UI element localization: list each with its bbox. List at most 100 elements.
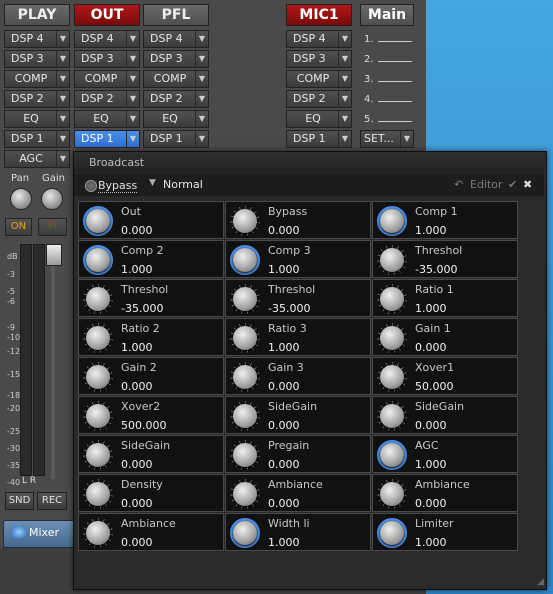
param-value[interactable]: 0.000: [415, 419, 447, 432]
param-value[interactable]: -35.000: [415, 263, 457, 276]
knob-control[interactable]: [377, 206, 407, 236]
knob-control[interactable]: [230, 206, 260, 236]
dsp-slot-pfl-0[interactable]: DSP 4 ▼: [143, 30, 209, 48]
rec-button[interactable]: REC: [37, 492, 67, 510]
param-value[interactable]: 0.000: [121, 224, 153, 237]
main-line-3[interactable]: 3.: [364, 74, 412, 85]
knob-control[interactable]: [230, 323, 260, 353]
dsp-slot-mic1-0[interactable]: DSP 4 ▼: [286, 30, 352, 48]
param-value[interactable]: 1.000: [121, 341, 153, 354]
snd-button[interactable]: SND: [5, 492, 34, 510]
param-value[interactable]: 1.000: [121, 263, 153, 276]
param-value[interactable]: 0.000: [415, 497, 447, 510]
knob-control[interactable]: [83, 362, 113, 392]
knob-control[interactable]: [230, 284, 260, 314]
knob-control[interactable]: [377, 401, 407, 431]
gain-knob[interactable]: [41, 188, 63, 210]
main-line-1[interactable]: 1.: [364, 34, 412, 45]
param-value[interactable]: 0.000: [268, 419, 300, 432]
param-value[interactable]: 1.000: [415, 458, 447, 471]
param-value[interactable]: 0.000: [121, 497, 153, 510]
chevron-down-icon[interactable]: ▼: [126, 51, 139, 67]
tab-mixer[interactable]: Mixer: [3, 520, 75, 548]
resize-grip-icon[interactable]: ◢: [537, 577, 544, 587]
chevron-down-icon[interactable]: ▼: [338, 91, 351, 107]
chevron-down-icon[interactable]: ▼: [338, 51, 351, 67]
knob-control[interactable]: [83, 401, 113, 431]
chevron-down-icon[interactable]: ▼: [338, 71, 351, 87]
dsp-slot-pfl-3[interactable]: DSP 2 ▼: [143, 90, 209, 108]
setup-button[interactable]: SET... ▼: [360, 130, 414, 148]
knob-control[interactable]: [377, 440, 407, 470]
dsp-slot-out-4[interactable]: EQ ▼: [74, 110, 140, 128]
dsp-slot-mic1-3[interactable]: DSP 2 ▼: [286, 90, 352, 108]
dsp-slot-out-1[interactable]: DSP 3 ▼: [74, 50, 140, 68]
param-value[interactable]: 50.000: [415, 380, 454, 393]
editor-label[interactable]: Editor: [470, 178, 503, 191]
main-line-4[interactable]: 4.: [364, 94, 412, 105]
knob-control[interactable]: [377, 245, 407, 275]
knob-control[interactable]: [377, 323, 407, 353]
knob-control[interactable]: [83, 245, 113, 275]
chevron-down-icon[interactable]: ▼: [56, 31, 69, 47]
dsp-slot-pfl-4[interactable]: EQ ▼: [143, 110, 209, 128]
param-value[interactable]: 1.000: [268, 341, 300, 354]
chevron-down-icon[interactable]: ▼: [338, 31, 351, 47]
dsp-slot-pfl-2[interactable]: COMP ▼: [143, 70, 209, 88]
param-value[interactable]: -35.000: [268, 302, 310, 315]
chevron-down-icon[interactable]: ▼: [195, 51, 208, 67]
dsp-slot-out-2[interactable]: COMP ▼: [74, 70, 140, 88]
dsp-slot-play-3[interactable]: DSP 2 ▼: [4, 90, 70, 108]
chevron-down-icon[interactable]: ▼: [56, 51, 69, 67]
close-icon[interactable]: ✖: [523, 178, 532, 191]
dsp-slot-pfl-5[interactable]: DSP 1 ▼: [143, 130, 209, 148]
knob-control[interactable]: [83, 518, 113, 548]
param-value[interactable]: 0.000: [121, 458, 153, 471]
dsp-slot-pfl-1[interactable]: DSP 3 ▼: [143, 50, 209, 68]
chevron-down-icon[interactable]: ▼: [195, 91, 208, 107]
dsp-slot-mic1-5[interactable]: DSP 1 ▼: [286, 130, 352, 148]
main-line-5[interactable]: 5.: [364, 114, 412, 125]
param-value[interactable]: 1.000: [268, 536, 300, 549]
chevron-down-icon[interactable]: ▼: [126, 131, 139, 147]
fader-handle[interactable]: [46, 244, 62, 266]
param-value[interactable]: 0.000: [121, 380, 153, 393]
dsp-slot-out-5[interactable]: DSP 1 ▼: [74, 130, 140, 148]
param-value[interactable]: 1.000: [415, 224, 447, 237]
param-value[interactable]: -35.000: [121, 302, 163, 315]
knob-control[interactable]: [377, 518, 407, 548]
knob-control[interactable]: [230, 479, 260, 509]
channel-title-pfl[interactable]: PFL: [143, 4, 209, 26]
knob-control[interactable]: [377, 479, 407, 509]
param-value[interactable]: 1.000: [415, 536, 447, 549]
chevron-down-icon[interactable]: ▼: [56, 151, 69, 167]
dsp-slot-play-2[interactable]: COMP ▼: [4, 70, 70, 88]
param-value[interactable]: 1.000: [268, 263, 300, 276]
dsp-slot-out-0[interactable]: DSP 4 ▼: [74, 30, 140, 48]
param-value[interactable]: 0.000: [121, 536, 153, 549]
chevron-down-icon[interactable]: ▼: [126, 71, 139, 87]
chevron-down-icon[interactable]: ▼: [338, 111, 351, 127]
param-value[interactable]: 500.000: [121, 419, 167, 432]
chevron-down-icon[interactable]: ▼: [195, 31, 208, 47]
param-value[interactable]: 0.000: [268, 224, 300, 237]
dsp-slot-mic1-2[interactable]: COMP ▼: [286, 70, 352, 88]
channel-title-out[interactable]: OUT: [74, 4, 140, 26]
knob-control[interactable]: [230, 518, 260, 548]
main-title[interactable]: Main: [360, 4, 414, 26]
chevron-down-icon[interactable]: ▼: [195, 111, 208, 127]
dsp-slot-play-5[interactable]: DSP 1 ▼: [4, 130, 70, 148]
dsp-slot-mic1-1[interactable]: DSP 3 ▼: [286, 50, 352, 68]
bypass-label[interactable]: Bypass: [98, 179, 138, 193]
knob-control[interactable]: [377, 362, 407, 392]
mute-button[interactable]: M: [38, 218, 67, 236]
knob-control[interactable]: [230, 440, 260, 470]
preset-name[interactable]: Normal: [163, 178, 203, 191]
knob-control[interactable]: [230, 401, 260, 431]
dsp-slot-play-4[interactable]: EQ ▼: [4, 110, 70, 128]
chevron-down-icon[interactable]: ▼: [126, 111, 139, 127]
dsp-slot-play-0[interactable]: DSP 4 ▼: [4, 30, 70, 48]
chevron-down-icon[interactable]: ▼: [195, 131, 208, 147]
knob-control[interactable]: [83, 440, 113, 470]
knob-control[interactable]: [230, 245, 260, 275]
